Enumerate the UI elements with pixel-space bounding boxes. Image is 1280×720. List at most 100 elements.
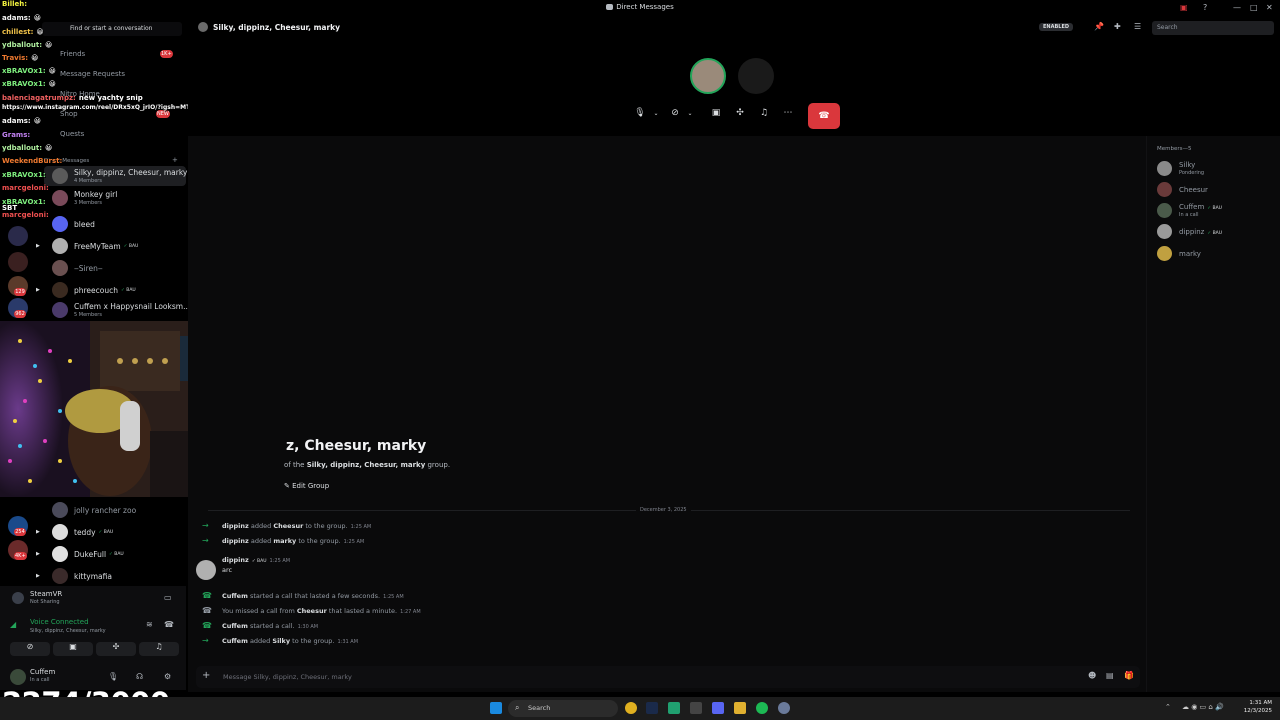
message-composer[interactable]: + Message Silky, dippinz, Cheesur, marky… xyxy=(196,666,1140,688)
camera-button[interactable]: ⊘ xyxy=(10,642,50,656)
emoji-icon[interactable]: ☻ xyxy=(1088,671,1096,680)
message-text: arc xyxy=(222,566,233,574)
taskbar: ⌕ Search ⌃ ☁ ◉ ▭ ⌂ 🔊 1:31 AM 12/3/2025 xyxy=(0,697,1280,720)
soundboard-button[interactable]: ♫ xyxy=(139,642,179,656)
screen-share-icon[interactable]: ▣ xyxy=(706,103,726,123)
maximize-button[interactable]: □ xyxy=(1250,3,1258,12)
chrome-icon[interactable] xyxy=(625,702,637,714)
server-icon[interactable] xyxy=(8,252,28,272)
settings-gear-icon[interactable]: ⚙ xyxy=(164,672,171,681)
search-input[interactable]: Search xyxy=(1152,21,1274,35)
share-screen-button[interactable]: ▣ xyxy=(53,642,93,656)
enabled-badge[interactable]: ENABLED xyxy=(1039,23,1074,31)
pin-icon[interactable]: 📌 xyxy=(1094,22,1104,31)
message-author[interactable]: dippinz xyxy=(222,556,249,564)
tray-chevron-icon[interactable]: ⌃ xyxy=(1165,703,1171,711)
target[interactable]: Cheesur xyxy=(273,522,303,530)
dm-item[interactable]: ▶ phreecouch ✓ BAU xyxy=(36,280,186,300)
windows-start-icon[interactable] xyxy=(490,702,502,714)
participant-avatar[interactable] xyxy=(738,58,774,94)
message-requests-nav[interactable]: Message Requests xyxy=(60,70,125,78)
clan-tag: ✓ BAU xyxy=(1207,230,1223,236)
discord-icon[interactable] xyxy=(712,702,724,714)
app-icon[interactable] xyxy=(778,702,790,714)
actor[interactable]: Cuffem xyxy=(222,637,248,645)
member-avatar xyxy=(1157,160,1172,176)
message-input[interactable]: Message Silky, dippinz, Cheesur, marky xyxy=(223,673,352,681)
more-icon[interactable]: ⋯ xyxy=(778,103,798,123)
avatar xyxy=(52,216,68,232)
actor[interactable]: Cuffem xyxy=(222,622,248,630)
group-icon xyxy=(198,22,208,32)
dm-item[interactable]: jolly rancher zoo xyxy=(44,500,186,520)
screen-share-icon[interactable]: ▭ xyxy=(164,593,172,602)
hang-up-button[interactable]: ☎ xyxy=(808,103,840,129)
server-badge: 962 xyxy=(14,310,26,318)
actor[interactable]: Cuffem xyxy=(222,592,248,600)
noise-suppression-icon[interactable]: ≋ xyxy=(146,620,153,629)
member-item[interactable]: Silky Pondering xyxy=(1157,160,1204,176)
quests-nav[interactable]: Quests xyxy=(60,130,84,138)
file-explorer-icon[interactable] xyxy=(734,702,746,714)
add-friends-icon[interactable]: ✚ xyxy=(1114,22,1121,31)
message-avatar[interactable] xyxy=(196,560,216,580)
dm-item[interactable]: Monkey girl 3 Members xyxy=(44,188,186,208)
obs-icon[interactable] xyxy=(690,702,702,714)
microphone-icon[interactable]: 🎙 xyxy=(108,672,118,681)
participant-avatar[interactable] xyxy=(690,58,726,94)
dm-item[interactable]: bleed xyxy=(44,214,186,234)
close-button[interactable]: ✕ xyxy=(1266,3,1273,12)
inbox-icon[interactable]: ▣ xyxy=(1180,3,1188,12)
dm-item[interactable]: ▶ FreeMyTeam ✓ BAU xyxy=(36,236,186,256)
gif-icon[interactable]: ▤ xyxy=(1106,671,1114,680)
actor[interactable]: dippinz xyxy=(222,522,249,530)
member-list-icon[interactable]: ☰ xyxy=(1134,22,1141,31)
clan-tag: ✓ BAU xyxy=(121,287,136,293)
friends-label: Friends xyxy=(60,50,86,58)
create-dm-icon[interactable]: + xyxy=(172,156,178,164)
gift-icon[interactable]: 🎁 xyxy=(1124,671,1134,680)
target[interactable]: Silky xyxy=(272,637,290,645)
taskbar-search[interactable]: ⌕ Search xyxy=(508,700,618,717)
dm-item[interactable]: Silky, dippinz, Cheesur, marky 4 Members xyxy=(44,166,187,186)
steam-icon[interactable] xyxy=(646,702,658,714)
soundboard-icon[interactable]: ♫ xyxy=(754,103,774,123)
member-item[interactable]: Cuffem ✓ BAU In a call xyxy=(1157,202,1222,218)
app-icon[interactable] xyxy=(668,702,680,714)
spotify-icon[interactable] xyxy=(756,702,768,714)
chevron-down-icon[interactable]: ⌄ xyxy=(646,103,666,123)
shop-badge: NEW xyxy=(156,110,170,118)
actor[interactable]: dippinz xyxy=(222,537,249,545)
dm-item[interactable]: ▶ teddy ✓ BAU xyxy=(36,522,186,542)
dm-sub: 4 Members xyxy=(74,178,102,184)
dm-item[interactable]: ▶ kittymafia xyxy=(36,566,186,586)
edit-group-button[interactable]: ✎ Edit Group xyxy=(278,480,335,492)
minimize-button[interactable]: — xyxy=(1233,3,1241,12)
chevron-right-icon: ▶ xyxy=(36,529,40,535)
activities-icon[interactable]: ✣ xyxy=(730,103,750,123)
dm-item[interactable]: Cuffem x Happysnail Looksm... 5 Members xyxy=(44,300,190,320)
target[interactable]: Cheesur xyxy=(297,607,327,615)
nitro-nav[interactable]: Nitro Home xyxy=(60,90,100,98)
shop-nav[interactable]: Shop xyxy=(60,110,78,118)
member-item[interactable]: Cheesur xyxy=(1157,182,1208,197)
activities-button[interactable]: ✣ xyxy=(96,642,136,656)
dm-search-input[interactable]: Find or start a conversation xyxy=(42,22,182,36)
headphones-icon[interactable]: ☊ xyxy=(136,672,143,681)
member-avatar xyxy=(1157,202,1172,218)
member-item[interactable]: marky xyxy=(1157,246,1201,261)
server-icon[interactable] xyxy=(8,226,28,246)
target[interactable]: marky xyxy=(273,537,296,545)
dm-item[interactable]: ‒Siren‒ xyxy=(44,258,186,278)
dm-item[interactable]: ▶ DukeFull ✓ BAU xyxy=(36,544,186,564)
disconnect-icon[interactable]: ☎ xyxy=(164,620,174,629)
message-time: 1:25 AM xyxy=(383,594,404,600)
help-icon[interactable]: ? xyxy=(1203,3,1207,12)
tray-icons[interactable]: ☁ ◉ ▭ ⌂ 🔊 xyxy=(1182,703,1224,711)
friends-nav[interactable]: Friends xyxy=(60,50,85,58)
system-message: dippinz added Cheesur to the group. 1:25 … xyxy=(222,522,371,530)
member-item[interactable]: dippinz ✓ BAU xyxy=(1157,224,1222,239)
add-attachment-icon[interactable]: + xyxy=(202,670,210,681)
user-avatar[interactable] xyxy=(10,669,26,685)
chevron-down-icon[interactable]: ⌄ xyxy=(680,103,700,123)
